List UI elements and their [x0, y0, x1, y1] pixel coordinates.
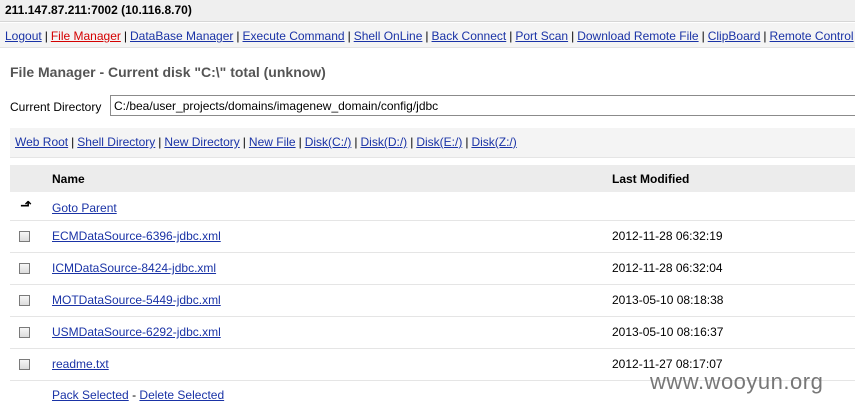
- quick-separator: |: [242, 135, 246, 149]
- quick-separator: |: [410, 135, 414, 149]
- nav-separator: |: [236, 29, 240, 43]
- pack-selected-link[interactable]: Pack Selected: [52, 388, 129, 402]
- goto-parent-row: ⬏ Goto Parent: [10, 193, 855, 221]
- file-table-header: Name Last Modified: [10, 165, 855, 192]
- nav-separator: |: [347, 29, 351, 43]
- file-name-link[interactable]: MOTDataSource-5449-jdbc.xml: [52, 293, 221, 307]
- link-disk-c[interactable]: Disk(C:/): [305, 135, 352, 149]
- file-modified: 2013-05-10 08:18:38: [612, 293, 724, 307]
- link-new-file[interactable]: New File: [249, 135, 296, 149]
- link-disk-d[interactable]: Disk(D:/): [361, 135, 408, 149]
- nav-database-manager[interactable]: DataBase Manager: [130, 29, 233, 43]
- host-title: 211.147.87.211:7002 (10.116.8.70): [5, 3, 192, 17]
- row-checkbox[interactable]: [19, 295, 30, 306]
- link-shell-directory[interactable]: Shell Directory: [77, 135, 155, 149]
- current-directory-label: Current Directory: [10, 100, 102, 114]
- link-new-directory[interactable]: New Directory: [164, 135, 239, 149]
- bulk-actions: Pack Selected - Delete Selected: [52, 388, 224, 402]
- actions-separator: -: [132, 388, 137, 402]
- link-disk-e[interactable]: Disk(E:/): [416, 135, 462, 149]
- nav-separator: |: [123, 29, 127, 43]
- nav-execute-command[interactable]: Execute Command: [243, 29, 345, 43]
- row-checkbox[interactable]: [19, 231, 30, 242]
- link-web-root[interactable]: Web Root: [15, 135, 68, 149]
- quick-separator: |: [71, 135, 75, 149]
- file-modified: 2012-11-28 06:32:04: [612, 261, 723, 275]
- nav-clipboard[interactable]: ClipBoard: [708, 29, 761, 43]
- column-header-last-modified: Last Modified: [612, 172, 690, 186]
- table-row: ECMDataSource-6396-jdbc.xml 2012-11-28 0…: [10, 221, 855, 253]
- row-checkbox[interactable]: [19, 327, 30, 338]
- nav-remote-control[interactable]: Remote Control: [770, 29, 854, 43]
- file-modified: 2012-11-28 06:32:19: [612, 229, 723, 243]
- current-directory-input[interactable]: [110, 95, 855, 116]
- nav-separator: |: [571, 29, 575, 43]
- file-name-link[interactable]: readme.txt: [52, 357, 109, 371]
- nav-back-connect[interactable]: Back Connect: [432, 29, 507, 43]
- nav-port-scan[interactable]: Port Scan: [515, 29, 568, 43]
- watermark: www.wooyun.org: [650, 369, 824, 394]
- nav-download-remote-file[interactable]: Download Remote File: [577, 29, 698, 43]
- nav-separator: |: [425, 29, 429, 43]
- nav-file-manager[interactable]: File Manager: [51, 29, 121, 43]
- quick-separator: |: [354, 135, 358, 149]
- file-name-link[interactable]: ICMDataSource-8424-jdbc.xml: [52, 261, 216, 275]
- nav-shell-online[interactable]: Shell OnLine: [354, 29, 423, 43]
- nav-separator: |: [44, 29, 48, 43]
- nav-separator: |: [509, 29, 513, 43]
- quick-separator: |: [298, 135, 302, 149]
- page-title: File Manager - Current disk "C:\" total …: [10, 64, 326, 80]
- nav-separator: |: [763, 29, 767, 43]
- main-nav: Logout | File Manager | DataBase Manager | Exe…: [0, 23, 855, 48]
- file-name-link[interactable]: ECMDataSource-6396-jdbc.xml: [52, 229, 221, 243]
- row-checkbox[interactable]: [19, 359, 30, 370]
- quick-links-bar: Web Root | Shell Directory | New Directory | N…: [10, 128, 855, 158]
- file-modified: 2013-05-10 08:16:37: [612, 325, 724, 339]
- window-title-bar: 211.147.87.211:7002 (10.116.8.70): [0, 0, 855, 22]
- table-row: ICMDataSource-8424-jdbc.xml 2012-11-28 0…: [10, 253, 855, 285]
- table-row: MOTDataSource-5449-jdbc.xml 2013-05-10 0…: [10, 285, 855, 317]
- file-name-link[interactable]: USMDataSource-6292-jdbc.xml: [52, 325, 221, 339]
- row-checkbox[interactable]: [19, 263, 30, 274]
- nav-separator: |: [701, 29, 705, 43]
- table-row: USMDataSource-6292-jdbc.xml 2013-05-10 0…: [10, 317, 855, 349]
- nav-logout[interactable]: Logout: [5, 29, 42, 43]
- column-header-name: Name: [52, 172, 85, 186]
- goto-parent-link[interactable]: Goto Parent: [52, 201, 117, 215]
- link-disk-z[interactable]: Disk(Z:/): [471, 135, 516, 149]
- up-arrow-icon: ⬏: [20, 197, 32, 213]
- delete-selected-link[interactable]: Delete Selected: [139, 388, 224, 402]
